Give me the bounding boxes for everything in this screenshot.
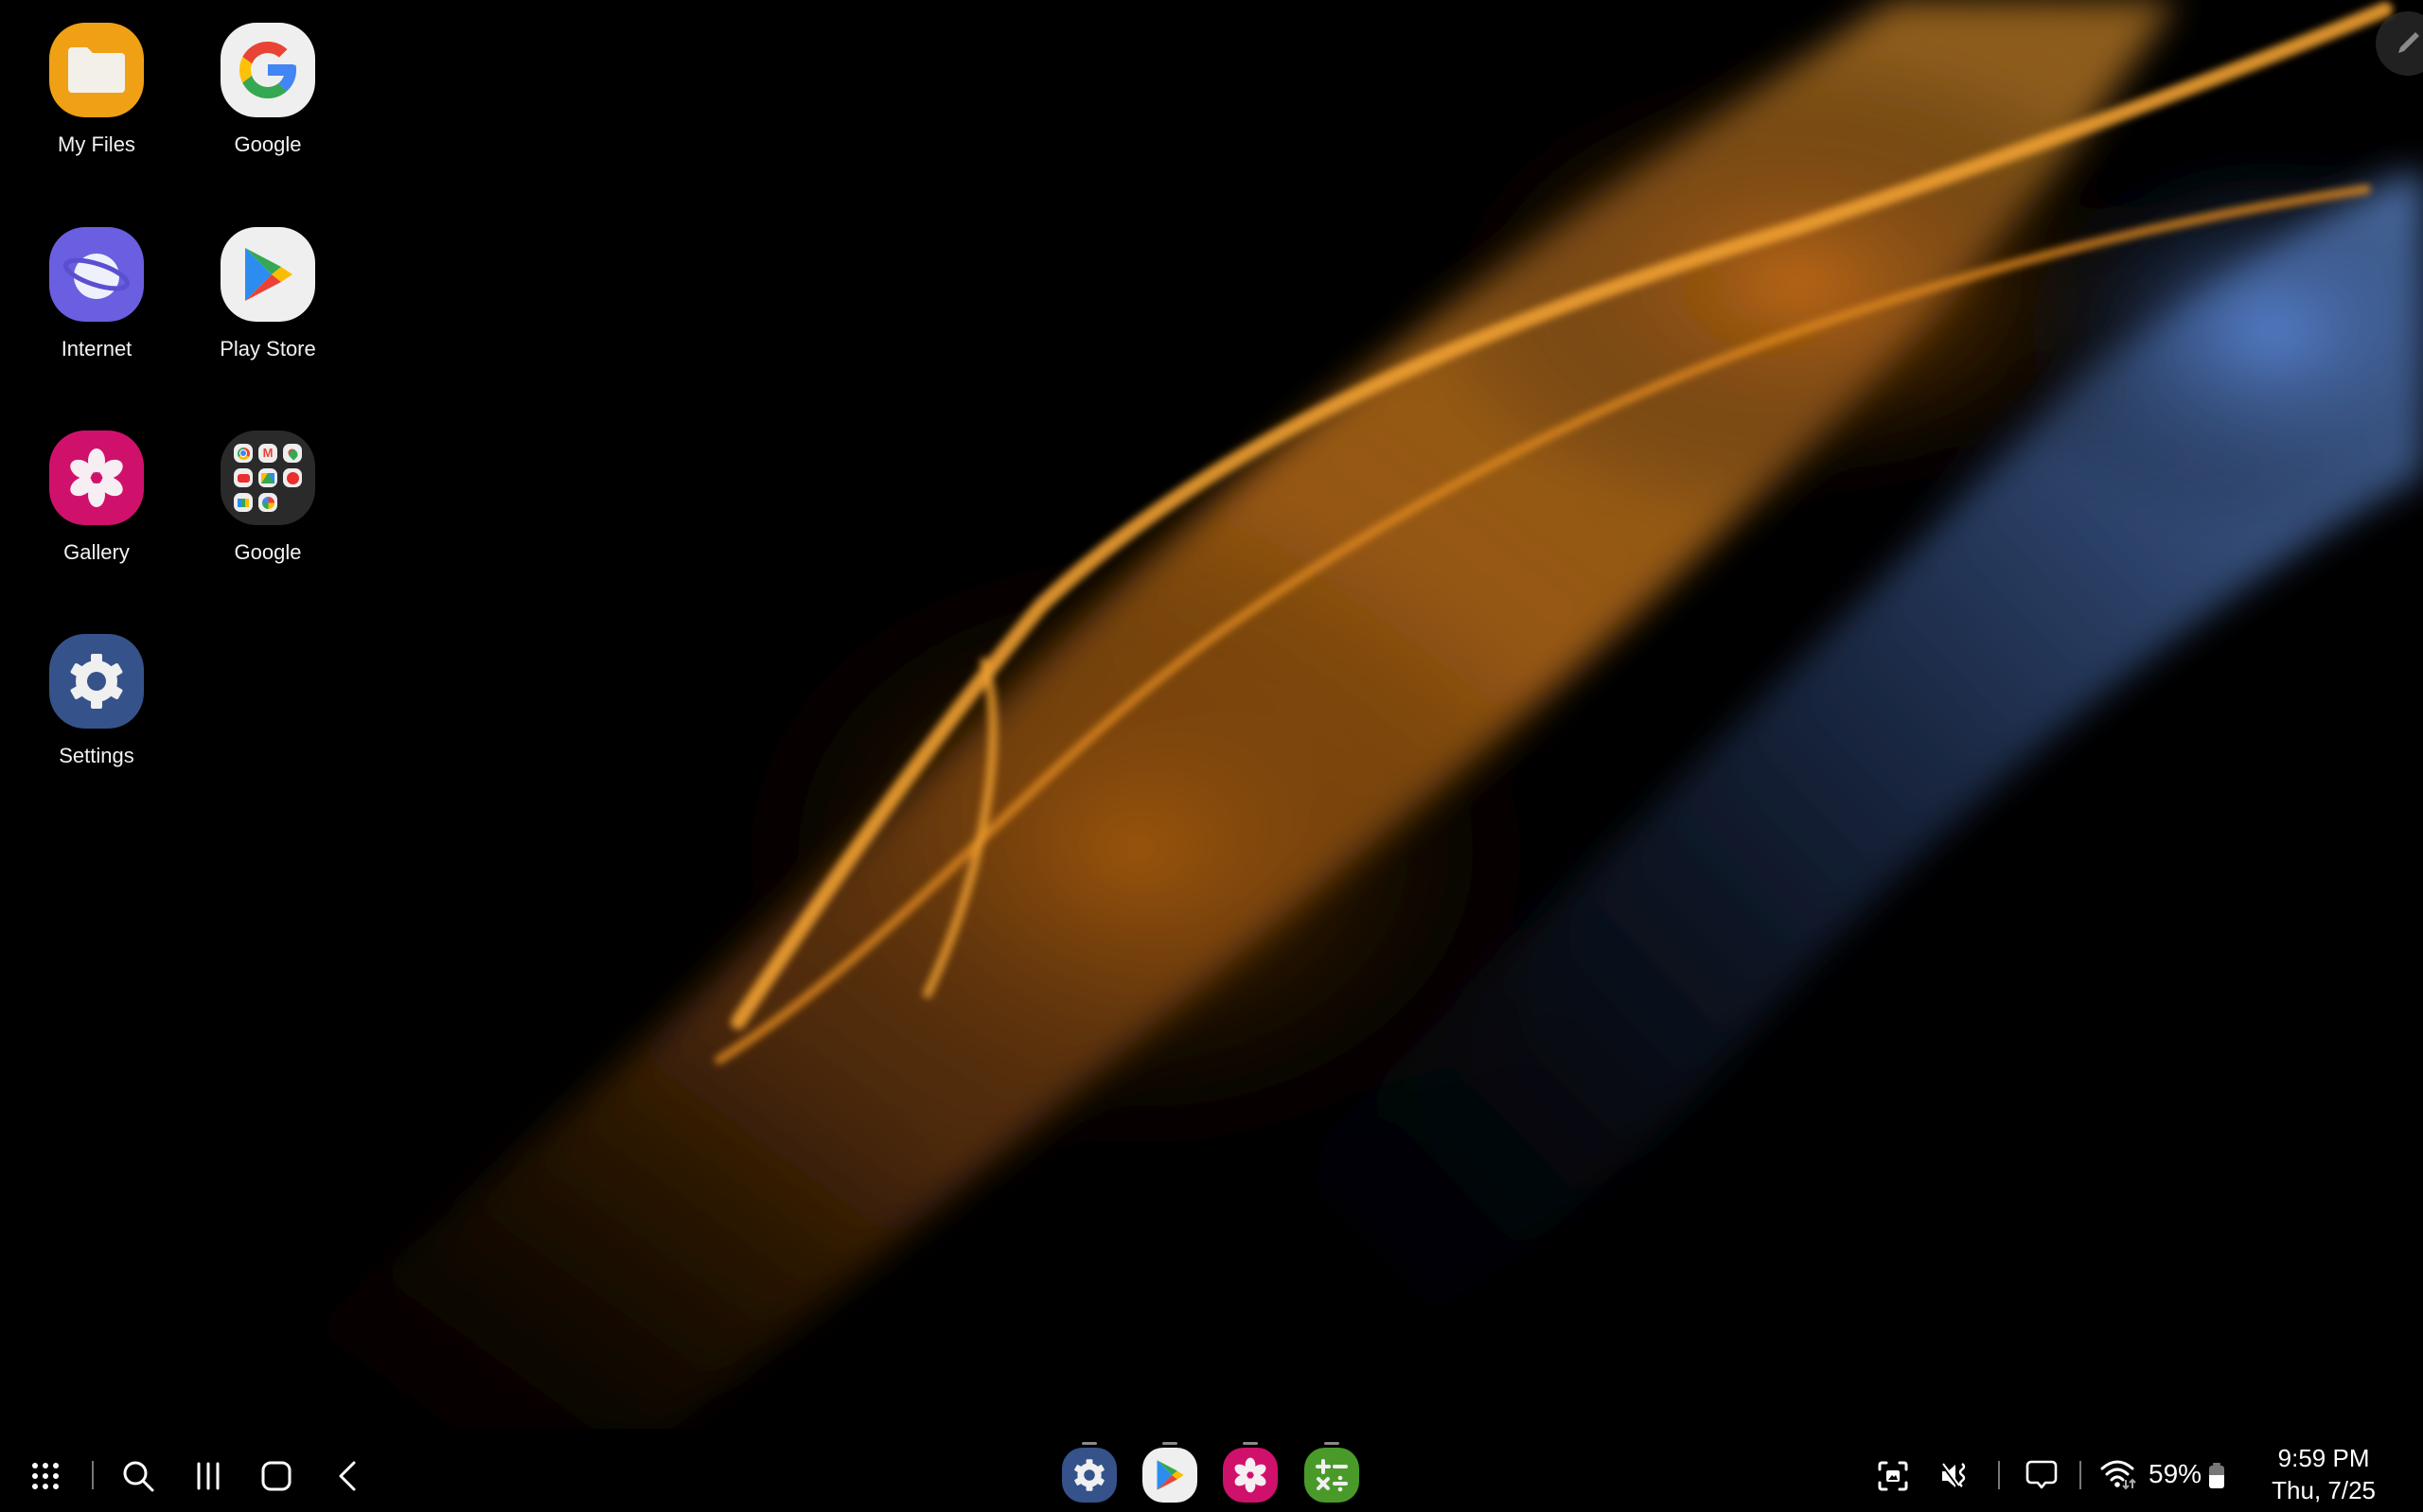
drive-icon — [258, 468, 277, 487]
recents-icon — [197, 1462, 220, 1490]
screenshot-button[interactable] — [1876, 1459, 1910, 1493]
google-g-icon — [221, 23, 315, 117]
dock-play-store[interactable] — [1142, 1448, 1197, 1503]
play-store-icon — [1157, 1460, 1184, 1490]
pen-icon — [2398, 32, 2419, 53]
time: 9:59 PM — [2277, 1444, 2370, 1472]
running-indicator — [1324, 1442, 1339, 1445]
app-label: Gallery — [63, 540, 130, 564]
sound-mute-button[interactable] — [1938, 1459, 1972, 1493]
app-google[interactable]: Google — [183, 23, 353, 157]
apps-grid-button[interactable] — [28, 1459, 62, 1493]
taskbar-divider — [2079, 1461, 2081, 1489]
folder-google-apps-icon: M — [221, 431, 315, 525]
clock[interactable]: 9:59 PM Thu, 7/25 — [2272, 1442, 2376, 1506]
dock-gallery[interactable] — [1223, 1448, 1278, 1503]
maps-icon — [283, 444, 302, 463]
gmail-icon: M — [258, 444, 277, 463]
app-label: Play Store — [220, 337, 316, 360]
dock-calculator[interactable] — [1304, 1448, 1359, 1503]
taskbar: 59% 9:59 PM Thu, 7/25 — [0, 1429, 2423, 1512]
mute-vibrate-icon — [1940, 1463, 1966, 1487]
screen-capture-icon — [1878, 1461, 1908, 1491]
youtube-icon — [234, 468, 253, 487]
folder-icon — [49, 23, 144, 117]
home-icon — [261, 1461, 292, 1491]
wallpaper — [0, 0, 2423, 1512]
youtube-music-icon — [283, 468, 302, 487]
photos-icon — [258, 493, 277, 512]
planet-icon — [49, 227, 144, 322]
app-label: Google — [234, 132, 302, 156]
app-label: Google — [234, 540, 302, 564]
app-label: Settings — [59, 744, 134, 767]
running-indicator — [1082, 1442, 1097, 1445]
flower-icon — [1234, 1457, 1266, 1493]
folder-google[interactable]: M Google — [183, 431, 353, 565]
notifications-button[interactable] — [2024, 1457, 2060, 1493]
recents-button[interactable] — [189, 1457, 227, 1495]
chrome-icon — [234, 444, 253, 463]
meet-icon — [234, 493, 253, 512]
back-button[interactable] — [329, 1457, 367, 1495]
gear-icon — [49, 634, 144, 729]
app-label: Internet — [61, 337, 133, 360]
flower-icon — [49, 431, 144, 525]
search-button[interactable] — [119, 1457, 157, 1495]
back-icon — [339, 1461, 356, 1491]
home-button[interactable] — [257, 1457, 295, 1495]
search-icon — [123, 1461, 154, 1492]
dock-settings[interactable] — [1062, 1448, 1117, 1503]
gear-icon — [1074, 1459, 1105, 1491]
running-indicator — [1162, 1442, 1177, 1445]
app-gallery[interactable]: Gallery — [11, 431, 182, 565]
battery-percent: 59% — [2149, 1459, 2202, 1488]
wifi-icon — [2100, 1460, 2136, 1490]
app-label: My Files — [58, 132, 135, 156]
taskbar-divider — [92, 1461, 94, 1489]
app-play-store[interactable]: Play Store — [183, 227, 353, 361]
play-store-icon — [221, 227, 315, 322]
taskbar-divider — [1998, 1461, 2000, 1489]
battery-fill — [2209, 1474, 2225, 1488]
running-indicator — [1243, 1442, 1258, 1445]
app-my-files[interactable]: My Files — [11, 23, 182, 157]
battery-icon — [2209, 1463, 2225, 1488]
app-settings[interactable]: Settings — [11, 634, 182, 768]
apps-grid-icon — [32, 1463, 59, 1489]
calculator-icon — [1316, 1459, 1348, 1492]
app-internet[interactable]: Internet — [11, 227, 182, 361]
message-bubble-icon — [2025, 1460, 2058, 1489]
date: Thu, 7/25 — [2272, 1476, 2376, 1504]
